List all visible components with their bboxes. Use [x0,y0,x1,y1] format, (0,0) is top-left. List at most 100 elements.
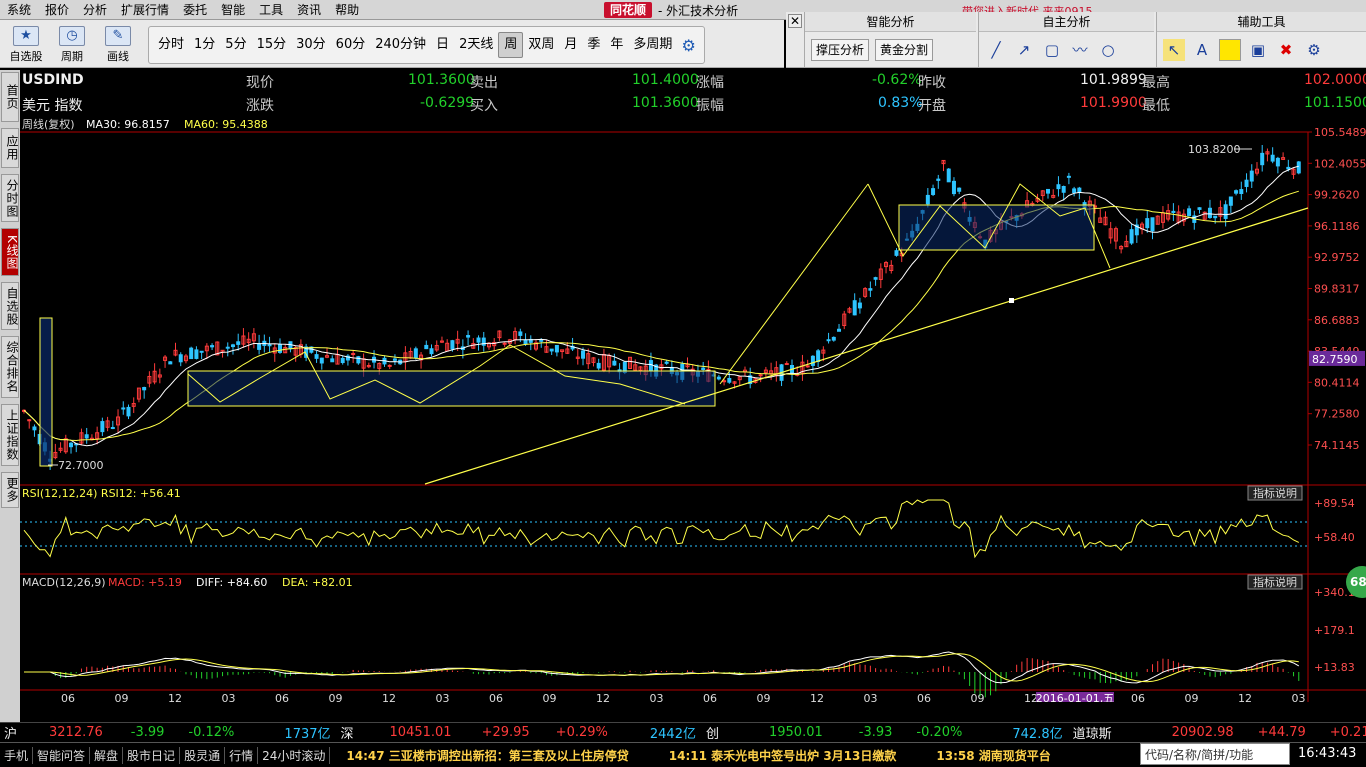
menu-tools[interactable]: 工具 [252,0,290,20]
wave-tool-icon[interactable]: 〰 [1069,39,1091,61]
period-button[interactable]: 30分 [291,32,331,58]
delete-icon[interactable]: ✖ [1275,39,1297,61]
draw-line-button[interactable]: ✎ 画线 [98,24,138,66]
ticker-item: -0.12% [188,725,235,740]
kline-chart-svg[interactable]: 周线(复权) MA30: 96.8157 MA60: 95.4388 RSI(12,1… [20,116,1366,702]
menu-info[interactable]: 资讯 [290,0,328,20]
status-tab[interactable]: 行情 [225,746,259,764]
candle-body [1129,229,1134,244]
period-button[interactable]: 周 [498,32,524,58]
period-button[interactable]: 2天线 [454,32,498,58]
rsi-axis-label: +89.54 [1314,497,1355,510]
news-headline[interactable]: 13:58 湖南现货平台 [936,747,1050,764]
status-tab[interactable]: 股灵通 [180,746,226,764]
candle-body [121,407,126,410]
candle-body [1286,166,1291,170]
period-button[interactable]: 240分钟 [370,32,431,58]
high-annotation: 103.8200 [1188,143,1241,156]
candle-body [1207,207,1212,218]
candle-body [110,427,115,430]
ticker-item: 10451.01 [389,725,452,740]
menu-system[interactable]: 系统 [0,0,38,20]
status-tab[interactable]: 24小时滚动 [258,746,331,764]
left-tab[interactable]: 自选股 [1,282,19,330]
period-settings-icon[interactable]: ⚙ [677,36,699,55]
candle-body [142,387,147,391]
left-tab[interactable]: 首页 [1,72,19,122]
low-annotation: 72.7000 [58,459,104,472]
ticker-item: +0.21% [1329,725,1366,740]
period-button[interactable]: 日 [431,32,454,58]
high-value: 102.0000 [1304,72,1366,88]
candle-body [466,335,471,338]
candle-body [701,367,706,371]
candle-body [1077,187,1082,194]
candle-body [168,361,173,365]
period-button[interactable]: 双周 [523,32,559,58]
menu-analysis[interactable]: 分析 [76,0,114,20]
news-headline[interactable]: 14:47 三亚楼市调控出新招：第三套及以上住房停贷 [346,747,628,764]
status-tab[interactable]: 手机 [0,746,34,764]
close-icon[interactable]: ✕ [788,14,802,28]
x-axis-tick: 09 [971,692,985,702]
status-tab[interactable]: 解盘 [90,746,124,764]
period-button[interactable]: 1分 [189,32,220,58]
price-axis-label: 80.4114 [1314,376,1360,389]
price-axis-label: 74.1145 [1314,439,1360,452]
sell-label: 卖出 [470,75,498,91]
price-axis-label: 96.1186 [1314,220,1360,233]
news-headline[interactable]: 14:11 泰禾光电中签号出炉 3月13日缴款 [669,747,897,764]
period-button[interactable]: 5分 [220,32,251,58]
left-tab[interactable]: 综合排名 [1,336,19,398]
ticker-item: 742.8亿 [1012,727,1063,742]
menu-help[interactable]: 帮助 [328,0,366,20]
line-tool-icon[interactable]: ╱ [985,39,1007,61]
menu-quote[interactable]: 报价 [38,0,76,20]
amp-label: 振幅 [696,98,724,114]
save-icon[interactable]: ▣ [1247,39,1269,61]
high-label: 最高 [1142,75,1170,91]
ticker-item: +0.29% [555,725,608,740]
rect-tool-icon[interactable]: ▢ [1041,39,1063,61]
status-tab[interactable]: 智能问答 [33,746,91,764]
candle-body [931,188,936,195]
x-axis-tick: 06 [703,692,717,702]
left-tab-bar: 首页应用分时图 K线图自选股综合排名上证指数更多 [0,70,20,740]
left-tab[interactable]: K线图 [1,228,19,276]
left-tab[interactable]: 上证指数 [1,404,19,466]
candle-body [716,376,721,380]
ma30-label: MA30: 96.8157 [86,118,170,131]
cursor-icon[interactable]: ↖ [1163,39,1185,61]
period-button[interactable]: 年 [605,32,628,58]
ray-tool-icon[interactable]: ↗ [1013,39,1035,61]
menu-smart[interactable]: 智能 [214,0,252,20]
candle-body [230,344,235,348]
candle-body [178,354,183,363]
period-button[interactable]: 多周期 [628,32,677,58]
search-input[interactable]: 代码/名称/简拼/功能 [1140,743,1290,765]
left-tab[interactable]: 更多 [1,472,19,508]
period-button[interactable]: 分时 [153,32,189,58]
golden-section-button[interactable]: 黄金分割 [875,39,934,61]
cycle-button[interactable]: ◷ 周期 [52,24,92,66]
circle-tool-icon[interactable]: ○ [1097,39,1119,61]
menu-trade[interactable]: 委托 [176,0,214,20]
text-tool-icon[interactable]: A [1191,39,1213,61]
kline-chart-area[interactable]: 周线(复权) MA30: 96.8157 MA60: 95.4388 RSI(12,1… [20,116,1366,702]
color-swatch-icon[interactable] [1219,39,1241,61]
status-tab[interactable]: 股市日记 [123,746,181,764]
candle-body [330,358,335,363]
left-tab[interactable]: 分时图 [1,174,19,222]
menu-extended[interactable]: 扩展行情 [114,0,176,20]
left-tab[interactable]: 应用 [1,128,19,168]
candle-body [424,344,429,350]
support-resistance-button[interactable]: 撑压分析 [811,39,870,61]
period-button[interactable]: 月 [559,32,582,58]
period-button[interactable]: 15分 [252,32,292,58]
period-button[interactable]: 60分 [331,32,371,58]
favorites-button[interactable]: ★ 自选股 [6,24,46,66]
period-button[interactable]: 季 [582,32,605,58]
x-axis-tick: 06 [489,692,503,702]
settings-icon[interactable]: ⚙ [1303,39,1325,61]
candle-body [351,353,356,356]
